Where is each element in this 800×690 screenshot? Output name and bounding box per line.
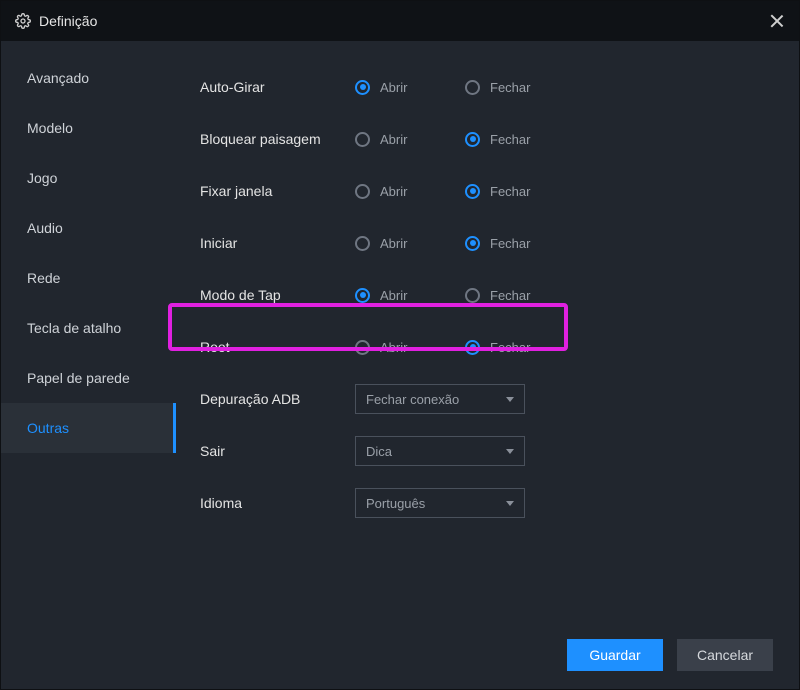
radio-circle-icon bbox=[355, 184, 370, 199]
sidebar-item-rede[interactable]: Rede bbox=[1, 253, 176, 303]
chevron-down-icon bbox=[506, 397, 514, 402]
chevron-down-icon bbox=[506, 501, 514, 506]
radio-circle-icon bbox=[355, 132, 370, 147]
sidebar-item-audio[interactable]: Audio bbox=[1, 203, 176, 253]
setting-label: Auto-Girar bbox=[200, 79, 355, 95]
setting-row-modo-de-tap: Modo de Tap Abrir Fechar bbox=[200, 269, 775, 321]
save-button[interactable]: Guardar bbox=[567, 639, 663, 671]
radio-label: Fechar bbox=[490, 236, 530, 251]
radio-open[interactable]: Abrir bbox=[355, 80, 465, 95]
setting-label: Depuração ADB bbox=[200, 391, 355, 407]
radio-circle-icon bbox=[355, 80, 370, 95]
setting-row-idioma: Idioma Português bbox=[200, 477, 775, 529]
setting-row-auto-girar: Auto-Girar Abrir Fechar bbox=[200, 61, 775, 113]
body-area: Avançado Modelo Jogo Audio Rede Tecla de atal… bbox=[1, 41, 799, 619]
radio-label: Abrir bbox=[380, 184, 407, 199]
radio-open[interactable]: Abrir bbox=[355, 288, 465, 303]
cancel-button[interactable]: Cancelar bbox=[677, 639, 773, 671]
gear-icon bbox=[15, 13, 31, 29]
radio-label: Abrir bbox=[380, 80, 407, 95]
select-idioma[interactable]: Português bbox=[355, 488, 525, 518]
radio-open[interactable]: Abrir bbox=[355, 132, 465, 147]
radio-label: Abrir bbox=[380, 236, 407, 251]
setting-label: Fixar janela bbox=[200, 183, 355, 199]
radio-close[interactable]: Fechar bbox=[465, 340, 575, 355]
sidebar-item-tecla-de-atalho[interactable]: Tecla de atalho bbox=[1, 303, 176, 353]
radio-open[interactable]: Abrir bbox=[355, 184, 465, 199]
select-sair[interactable]: Dica bbox=[355, 436, 525, 466]
select-value: Português bbox=[366, 496, 425, 511]
radio-close[interactable]: Fechar bbox=[465, 80, 575, 95]
sidebar-item-label: Rede bbox=[27, 270, 60, 286]
sidebar-item-label: Outras bbox=[27, 420, 69, 436]
radio-label: Fechar bbox=[490, 80, 530, 95]
setting-label: Sair bbox=[200, 443, 355, 459]
radio-label: Abrir bbox=[380, 340, 407, 355]
sidebar-item-label: Jogo bbox=[27, 170, 57, 186]
radio-group: Abrir Fechar bbox=[355, 236, 575, 251]
content-panel: Auto-GirarAbrirFecharBloquear paisagemAb… bbox=[176, 41, 799, 619]
setting-label: Modo de Tap bbox=[200, 287, 355, 303]
radio-label: Fechar bbox=[490, 340, 530, 355]
radio-group: Abrir Fechar bbox=[355, 80, 575, 95]
radio-circle-icon bbox=[355, 340, 370, 355]
radio-circle-icon bbox=[465, 340, 480, 355]
radio-group: Abrir Fechar bbox=[355, 288, 575, 303]
radio-open[interactable]: Abrir bbox=[355, 236, 465, 251]
window-title: Definição bbox=[39, 13, 97, 29]
radio-circle-icon bbox=[465, 184, 480, 199]
radio-close[interactable]: Fechar bbox=[465, 288, 575, 303]
settings-window: Definição Avançado Modelo Jogo Audio Rede Tec… bbox=[0, 0, 800, 690]
sidebar-item-outras[interactable]: Outras bbox=[1, 403, 176, 453]
setting-row-root: Root Abrir Fechar bbox=[200, 321, 775, 373]
setting-label: Root bbox=[200, 339, 355, 355]
setting-row-fixar-janela: Fixar janela Abrir Fechar bbox=[200, 165, 775, 217]
radio-circle-icon bbox=[465, 80, 480, 95]
sidebar-item-label: Tecla de atalho bbox=[27, 320, 121, 336]
radio-group: Abrir Fechar bbox=[355, 184, 575, 199]
sidebar-item-label: Modelo bbox=[27, 120, 73, 136]
radio-circle-icon bbox=[465, 288, 480, 303]
setting-row-sair: Sair Dica bbox=[200, 425, 775, 477]
radio-label: Fechar bbox=[490, 184, 530, 199]
radio-close[interactable]: Fechar bbox=[465, 236, 575, 251]
select-depuração-adb[interactable]: Fechar conexão bbox=[355, 384, 525, 414]
sidebar-item-label: Audio bbox=[27, 220, 63, 236]
setting-row-iniciar: Iniciar Abrir Fechar bbox=[200, 217, 775, 269]
radio-circle-icon bbox=[465, 132, 480, 147]
footer: Guardar Cancelar bbox=[1, 619, 799, 689]
titlebar: Definição bbox=[1, 1, 799, 41]
radio-label: Fechar bbox=[490, 132, 530, 147]
close-icon[interactable] bbox=[769, 13, 785, 29]
sidebar-item-jogo[interactable]: Jogo bbox=[1, 153, 176, 203]
radio-group: Abrir Fechar bbox=[355, 340, 575, 355]
radio-group: Abrir Fechar bbox=[355, 132, 575, 147]
radio-label: Abrir bbox=[380, 132, 407, 147]
sidebar-item-avançado[interactable]: Avançado bbox=[1, 53, 176, 103]
select-value: Dica bbox=[366, 444, 392, 459]
radio-label: Abrir bbox=[380, 288, 407, 303]
radio-close[interactable]: Fechar bbox=[465, 184, 575, 199]
sidebar: Avançado Modelo Jogo Audio Rede Tecla de atal… bbox=[1, 41, 176, 619]
radio-circle-icon bbox=[355, 236, 370, 251]
radio-open[interactable]: Abrir bbox=[355, 340, 465, 355]
setting-label: Bloquear paisagem bbox=[200, 131, 355, 147]
sidebar-item-modelo[interactable]: Modelo bbox=[1, 103, 176, 153]
radio-circle-icon bbox=[355, 288, 370, 303]
sidebar-item-label: Avançado bbox=[27, 70, 89, 86]
sidebar-item-papel-de-parede[interactable]: Papel de parede bbox=[1, 353, 176, 403]
radio-close[interactable]: Fechar bbox=[465, 132, 575, 147]
select-value: Fechar conexão bbox=[366, 392, 459, 407]
setting-label: Idioma bbox=[200, 495, 355, 511]
radio-circle-icon bbox=[465, 236, 480, 251]
setting-label: Iniciar bbox=[200, 235, 355, 251]
sidebar-item-label: Papel de parede bbox=[27, 370, 130, 386]
setting-row-bloquear-paisagem: Bloquear paisagem Abrir Fechar bbox=[200, 113, 775, 165]
chevron-down-icon bbox=[506, 449, 514, 454]
radio-label: Fechar bbox=[490, 288, 530, 303]
setting-row-depuração-adb: Depuração ADB Fechar conexão bbox=[200, 373, 775, 425]
